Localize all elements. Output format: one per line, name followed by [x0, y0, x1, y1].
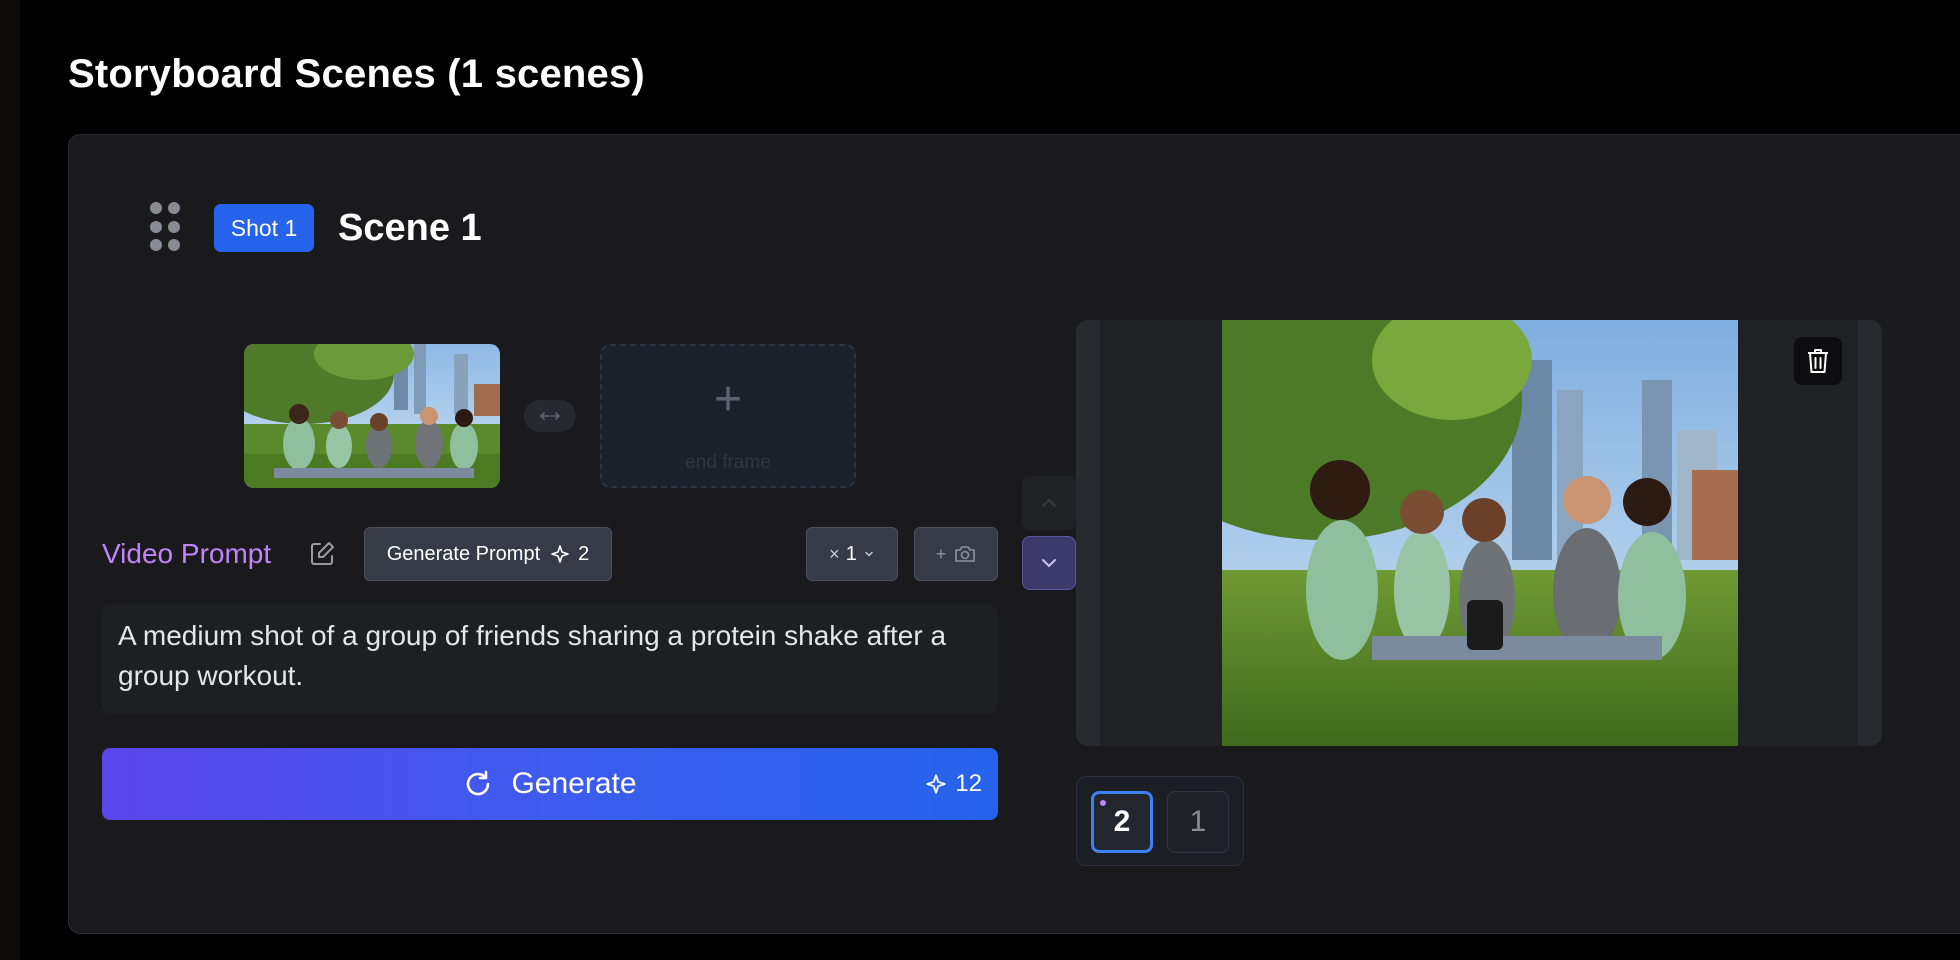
generate-cost-value: 12 [955, 770, 982, 797]
version-selector: 2 1 [1076, 776, 1244, 866]
close-icon: × [829, 543, 840, 564]
generate-cost: 12 [925, 748, 982, 820]
version-label: 1 [1189, 805, 1207, 838]
delete-version-button[interactable] [1794, 337, 1842, 385]
camera-icon [954, 545, 976, 563]
plus-icon: + [935, 543, 947, 564]
left-edge-strip [0, 0, 20, 960]
end-frame-dropzone[interactable]: + end frame [600, 344, 856, 488]
drag-handle-icon[interactable] [150, 202, 182, 254]
video-preview[interactable] [1076, 320, 1882, 746]
video-prompt-text[interactable]: A medium shot of a group of friends shar… [102, 604, 998, 714]
add-camera-button[interactable]: + [914, 527, 998, 581]
generate-button[interactable]: Generate 12 [102, 748, 998, 820]
version-1-button[interactable]: 1 [1167, 791, 1229, 853]
generate-label: Generate [511, 767, 637, 800]
selected-dot [1100, 800, 1106, 806]
page-title: Storyboard Scenes (1 scenes) [68, 52, 645, 96]
generate-prompt-button[interactable]: Generate Prompt 2 [364, 527, 612, 581]
trash-icon [1808, 349, 1828, 373]
refresh-icon [463, 769, 493, 799]
edit-icon[interactable] [306, 538, 338, 570]
scene-title[interactable]: Scene 1 [338, 204, 482, 252]
swap-arrows-icon[interactable] [524, 400, 576, 432]
start-frame-thumbnail[interactable] [244, 344, 500, 488]
plus-icon: + [713, 373, 743, 426]
version-label: 2 [1113, 805, 1131, 838]
friends-picnic-preview-image [1222, 320, 1738, 746]
multiplier-value: 1 [845, 542, 857, 565]
chevron-down-icon [1042, 559, 1056, 568]
scroll-up-button[interactable] [1022, 476, 1076, 530]
end-frame-label: end frame [685, 452, 771, 473]
chevron-up-icon [1042, 498, 1056, 507]
generate-prompt-cost: 2 [578, 542, 590, 565]
friends-picnic-image [244, 344, 500, 488]
version-2-button[interactable]: 2 [1091, 791, 1153, 853]
sparkle-icon [550, 544, 570, 564]
scroll-down-button[interactable] [1022, 536, 1076, 590]
sparkle-icon [925, 773, 947, 795]
multiplier-select[interactable]: × 1 [806, 527, 898, 581]
generate-prompt-label: Generate Prompt [386, 542, 541, 565]
chevron-down-icon [863, 548, 875, 560]
video-prompt-label: Video Prompt [102, 538, 272, 569]
shot-badge: Shot 1 [214, 204, 314, 252]
